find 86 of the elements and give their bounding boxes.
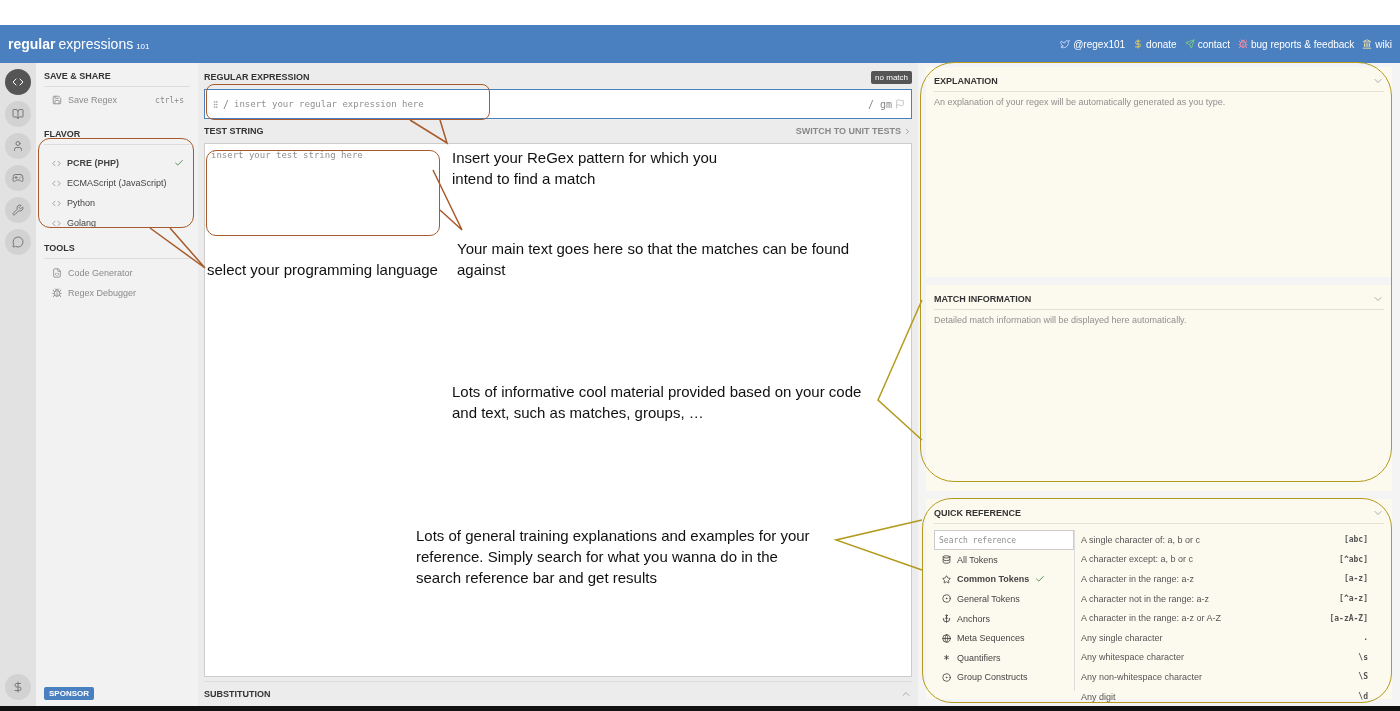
- token-row[interactable]: Any single character .: [1081, 627, 1384, 648]
- caret-icon: [903, 126, 912, 136]
- send-icon: [1184, 39, 1195, 49]
- token-row[interactable]: Any whitespace character \s: [1081, 647, 1384, 668]
- rail-button[interactable]: [5, 229, 31, 255]
- match-status-badge: no match: [871, 70, 912, 84]
- category-item[interactable]: Group Constructs: [934, 667, 1074, 688]
- check-icon: [1035, 574, 1046, 585]
- check-icon: [174, 158, 184, 168]
- code-icon: [52, 178, 61, 188]
- category-item[interactable]: General Tokens: [934, 589, 1074, 609]
- token-row[interactable]: Any digit \d: [1081, 686, 1384, 707]
- code-icon: [52, 198, 61, 208]
- section-title: TOOLS: [44, 241, 190, 259]
- header-link[interactable]: wiki: [1362, 38, 1392, 50]
- regex-input-field[interactable]: insert your regular expression here: [232, 98, 865, 110]
- callout-tail: [409, 119, 449, 145]
- flavor-item[interactable]: ECMAScript (JavaScript): [44, 173, 190, 193]
- dollar-icon: [12, 681, 24, 693]
- panel-title: EXPLANATION: [934, 76, 998, 86]
- user-icon: [12, 140, 24, 152]
- panel-title: QUICK REFERENCE: [934, 508, 1021, 518]
- twitter-icon: [1060, 39, 1071, 49]
- panel-text: An explanation of your regex will be automatically generated as you type.: [934, 97, 1227, 107]
- grip-icon[interactable]: [211, 99, 220, 109]
- token-row[interactable]: A character in the range: a-z [a-z]: [1081, 569, 1384, 589]
- header-link[interactable]: contact: [1184, 38, 1230, 50]
- callout-text: Lots of informative cool material provided based on your code and text, such as matches, groups, …: [452, 382, 863, 423]
- target-icon: [942, 672, 951, 682]
- section-title: SUBSTITUTION: [204, 689, 271, 699]
- globe-icon: [942, 633, 951, 643]
- panel-title: MATCH INFORMATION: [934, 294, 1032, 304]
- flavor-item[interactable]: Golang: [44, 213, 190, 233]
- game-icon: [12, 172, 24, 184]
- token-row[interactable]: A character except: a, b or c [^abc]: [1081, 549, 1384, 570]
- bug-icon: [52, 288, 62, 298]
- logo[interactable]: regular expressions 101: [8, 36, 150, 52]
- category-item[interactable]: All Tokens: [934, 550, 1074, 570]
- anchor-icon: [942, 614, 951, 624]
- save-icon: [52, 95, 62, 105]
- file-icon: [52, 268, 62, 278]
- category-item[interactable]: Meta Sequences: [934, 628, 1074, 648]
- flavor-item[interactable]: PCRE (PHP): [44, 153, 190, 173]
- sponsor-badge[interactable]: SPONSOR: [44, 687, 94, 700]
- flavor-item[interactable]: Python: [44, 193, 190, 213]
- rail-button[interactable]: [5, 133, 31, 159]
- header-link[interactable]: @regex101: [1060, 38, 1126, 50]
- callout-tail: [149, 227, 206, 269]
- chat-icon: [12, 236, 24, 248]
- section-title: TEST STRING: [204, 126, 264, 136]
- token-row[interactable]: A single character of: a, b or c [abc]: [1081, 530, 1384, 550]
- category-item[interactable]: Quantifiers: [934, 647, 1074, 668]
- header-link[interactable]: bug reports & feedback: [1237, 38, 1355, 50]
- code-icon: [52, 158, 61, 168]
- section-title: REGULAR EXPRESSION: [204, 72, 310, 82]
- rail-button[interactable]: [5, 101, 31, 127]
- panel-text: Detailed match information will be displayed here automatically.: [934, 315, 1188, 325]
- callout-text: Your main text goes here so that the matches can be found against: [457, 239, 851, 280]
- callout-text: Insert your ReGex pattern for which you intend to find a match: [452, 148, 719, 189]
- target-icon: [942, 594, 951, 604]
- rail-button[interactable]: [5, 165, 31, 191]
- star-icon: [942, 574, 951, 584]
- header-link[interactable]: donate: [1133, 38, 1177, 50]
- callout-text: select your programming language: [207, 260, 439, 280]
- dollar-button[interactable]: [5, 674, 31, 700]
- dollar-icon: [1133, 39, 1144, 49]
- wrench-icon: [12, 204, 24, 216]
- token-row[interactable]: A character not in the range: a-z [^a-z]: [1081, 588, 1384, 609]
- rail-button[interactable]: [5, 69, 31, 95]
- code-icon: [12, 76, 24, 88]
- search-reference-field[interactable]: Search reference: [934, 530, 1074, 550]
- token-row[interactable]: Any non-whitespace character \S: [1081, 667, 1384, 687]
- code-icon: [52, 218, 61, 228]
- section-title: FLAVOR: [44, 127, 190, 145]
- section-title: SAVE & SHARE: [44, 69, 190, 87]
- category-item[interactable]: Anchors: [934, 608, 1074, 629]
- token-row[interactable]: A character in the range: a-z or A-Z [a-zA-Z]: [1081, 608, 1384, 628]
- bug-icon: [1237, 39, 1248, 49]
- asterisk-icon: [942, 653, 951, 663]
- book-icon: [12, 108, 24, 120]
- wiki-icon: [1362, 39, 1373, 49]
- category-item[interactable]: Common Tokens: [934, 569, 1074, 590]
- flag-icon[interactable]: [895, 99, 905, 109]
- regex-field-frame[interactable]: / insert your regular expression here / gm: [204, 89, 912, 119]
- callout-text: Lots of general training explanations and examples for your reference. Simply search for what you wanna do in the search reference bar and get results: [416, 526, 811, 588]
- db-icon: [942, 555, 951, 565]
